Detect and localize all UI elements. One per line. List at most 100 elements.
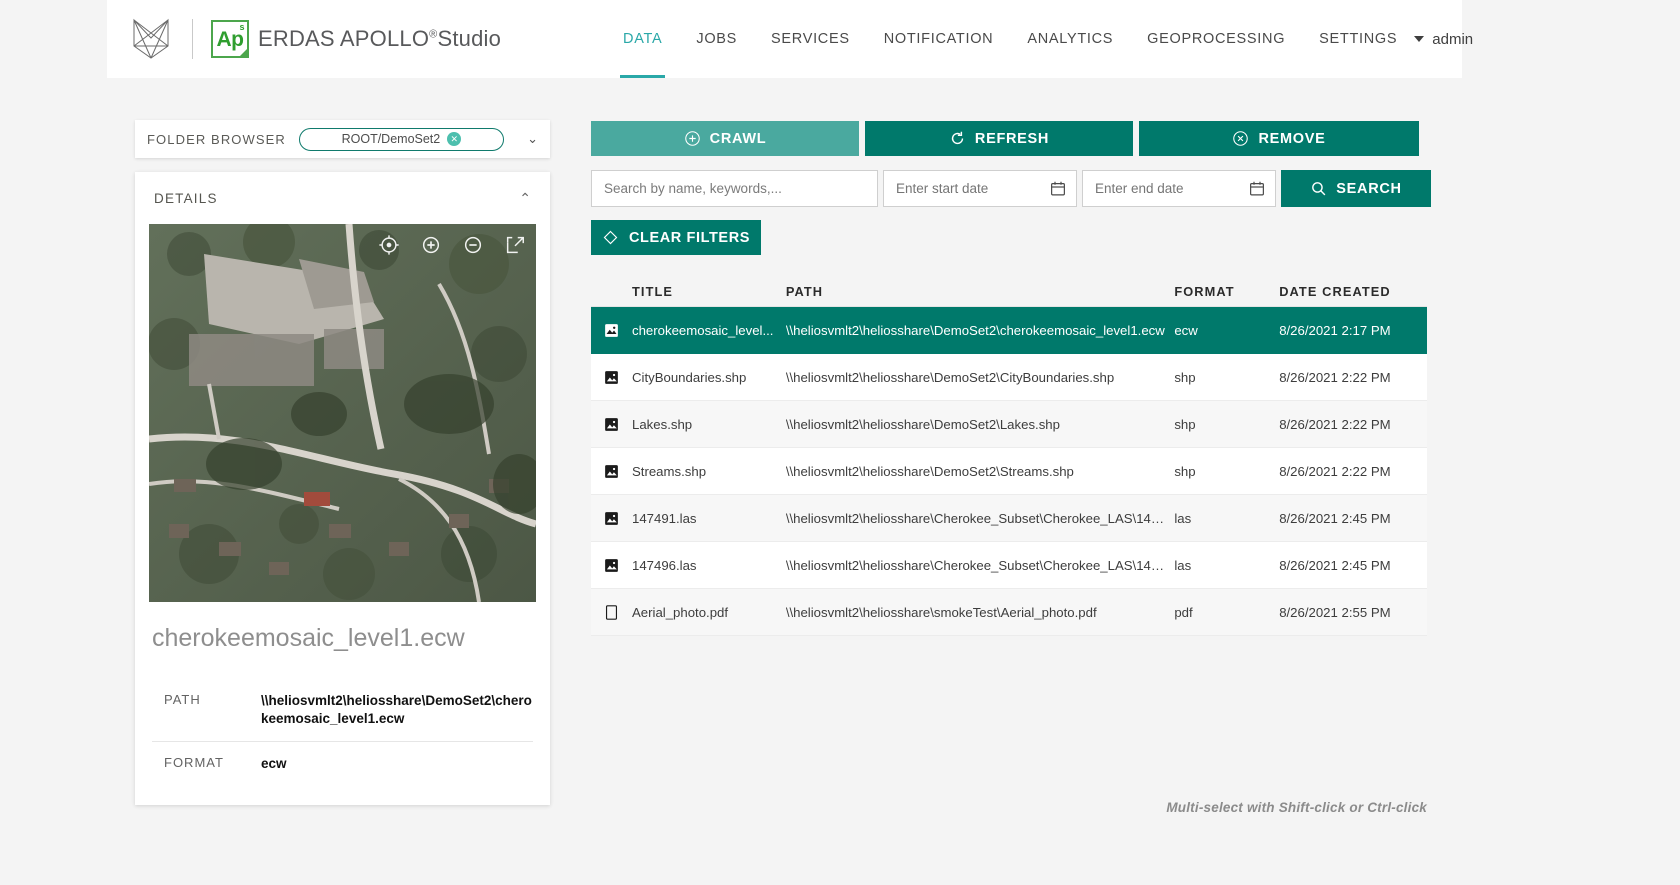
cell-path: \\heliosvmlt2\heliosshare\Cherokee_Subse… [785,557,1175,573]
nav-item-jobs[interactable]: JOBS [679,0,754,78]
cell-format: shp [1174,369,1196,385]
folder-chip-label: ROOT/DemoSet2 [341,132,441,146]
column-header-format[interactable]: FORMAT [1174,284,1279,299]
nav-label: SERVICES [771,31,850,47]
map-preview[interactable] [149,224,536,602]
aerial-imagery [149,224,536,602]
folder-chip[interactable]: ROOT/DemoSet2 ✕ [298,127,504,151]
details-header[interactable]: DETAILS ⌃ [135,172,550,224]
folder-browser-bar: FOLDER BROWSER ROOT/DemoSet2 ✕ ⌄ [135,120,550,158]
chevron-down-icon[interactable]: ⌄ [527,131,538,147]
nav-item-geoprocessing[interactable]: GEOPROCESSING [1130,0,1302,78]
cell-title: Streams.shp [632,463,707,479]
nav-item-notification[interactable]: NOTIFICATION [867,0,1011,78]
crawl-button[interactable]: CRAWL [591,121,859,156]
details-panel: DETAILS ⌃ cherokeemosaic_level1.ecw PATH… [135,172,550,805]
metadata-key: FORMAT [164,754,224,770]
table-row[interactable]: 147491.las \\heliosvmlt2\heliosshare\Che… [591,495,1427,542]
column-header-title[interactable]: TITLE [632,284,786,299]
column-header-path[interactable]: PATH [786,284,1175,299]
cell-format: pdf [1174,604,1193,620]
open-external-icon[interactable] [504,234,526,256]
metadata-value: \\heliosvmlt2\heliosshare\DemoSet2\chero… [261,693,532,726]
app-page: Ap s ERDAS APOLLO®Studio DATA JOBS SERVI… [0,0,1680,885]
image-file-icon [603,510,632,527]
plus-circle-icon [684,131,700,146]
calendar-icon[interactable] [1248,179,1266,198]
multi-select-hint: Multi-select with Shift-click or Ctrl-cl… [1166,800,1427,815]
cell-date: 8/26/2021 2:22 PM [1279,369,1391,385]
end-date-input[interactable] [1082,170,1276,207]
refresh-button[interactable]: REFRESH [865,121,1133,156]
zoom-in-icon[interactable] [420,234,442,256]
table-row[interactable]: CityBoundaries.shp \\heliosvmlt2\helioss… [591,354,1427,401]
metadata-value: ecw [261,755,287,771]
cell-format: shp [1174,416,1196,432]
remove-label: REMOVE [1258,130,1326,147]
brand-divider [192,19,193,59]
cell-date: 8/26/2021 2:22 PM [1279,463,1391,479]
cell-path: \\heliosvmlt2\heliosshare\smokeTest\Aeri… [785,604,1097,620]
column-header-date[interactable]: DATE CREATED [1279,284,1427,299]
cell-path: \\heliosvmlt2\heliosshare\Cherokee_Subse… [785,510,1175,526]
cell-title: CityBoundaries.shp [632,369,747,385]
table-row[interactable]: Aerial_photo.pdf \\heliosvmlt2\heliossha… [591,589,1427,636]
action-toolbar: CRAWL REFRESH REMOVE [591,121,1419,156]
nav-item-settings[interactable]: SETTINGS [1302,0,1414,78]
selected-file-name: cherokeemosaic_level1.ecw [152,624,465,652]
clear-filters-label: CLEAR FILTERS [628,229,751,246]
search-label: SEARCH [1336,180,1402,197]
hexagon-logo-icon [133,18,169,59]
cell-title: 147496.las [632,557,697,573]
nav-item-analytics[interactable]: ANALYTICS [1010,0,1130,78]
brand-title-text: ERDAS APOLLO [258,26,430,51]
table-body: cherokeemosaic_level... \\heliosvmlt2\he… [591,306,1427,636]
start-date-input[interactable] [883,170,1077,207]
start-date-field [883,170,1077,207]
image-file-icon [603,557,632,574]
end-date-field [1082,170,1276,207]
zoom-out-icon[interactable] [462,234,484,256]
brand: Ap s ERDAS APOLLO®Studio [107,16,501,62]
cell-path: \\heliosvmlt2\heliosshare\DemoSet2\CityB… [785,369,1115,385]
remove-button[interactable]: REMOVE [1139,121,1419,156]
apollo-badge-sup: s [239,22,244,32]
cell-format: ecw [1174,322,1198,338]
table-row[interactable]: Lakes.shp \\heliosvmlt2\heliosshare\Demo… [591,401,1427,448]
calendar-icon[interactable] [1049,179,1067,198]
cell-format: shp [1174,463,1196,479]
table-row[interactable]: cherokeemosaic_level... \\heliosvmlt2\he… [591,307,1427,354]
cell-format: las [1174,557,1192,573]
table-row[interactable]: 147496.las \\heliosvmlt2\heliosshare\Che… [591,542,1427,589]
image-file-icon [603,416,632,433]
nav-label: NOTIFICATION [883,31,994,47]
user-menu[interactable]: admin [1414,31,1473,48]
crawl-label: CRAWL [709,130,767,147]
nav-item-services[interactable]: SERVICES [754,0,867,78]
chevron-down-icon [1414,36,1425,42]
metadata-key: PATH [164,692,201,707]
nav-label: DATA [623,31,663,47]
user-menu-label: admin [1432,30,1474,48]
metadata-row-path: PATH \\heliosvmlt2\heliosshare\DemoSet2\… [152,679,533,742]
results-table: TITLE PATH FORMAT DATE CREATED cherokeem… [591,276,1427,636]
table-row[interactable]: Streams.shp \\heliosvmlt2\heliosshare\De… [591,448,1427,495]
nav-item-data[interactable]: DATA [606,0,679,78]
locate-icon[interactable] [378,234,400,256]
clear-filters-button[interactable]: CLEAR FILTERS [591,220,761,255]
cell-date: 8/26/2021 2:55 PM [1279,604,1391,620]
refresh-label: REFRESH [974,130,1050,147]
nav-label: JOBS [696,31,738,47]
cell-path: \\heliosvmlt2\heliosshare\DemoSet2\Strea… [785,463,1074,479]
document-file-icon [603,604,632,621]
filter-bar: SEARCH [591,170,1431,207]
cell-date: 8/26/2021 2:22 PM [1279,416,1391,432]
close-icon[interactable]: ✕ [447,132,462,146]
app-header: Ap s ERDAS APOLLO®Studio DATA JOBS SERVI… [107,0,1473,78]
image-file-icon [603,369,632,386]
metadata-table: PATH \\heliosvmlt2\heliosshare\DemoSet2\… [152,679,533,785]
search-button[interactable]: SEARCH [1281,170,1431,207]
search-input[interactable] [591,170,878,207]
chevron-up-icon[interactable]: ⌃ [519,190,531,207]
image-file-icon [603,463,632,480]
